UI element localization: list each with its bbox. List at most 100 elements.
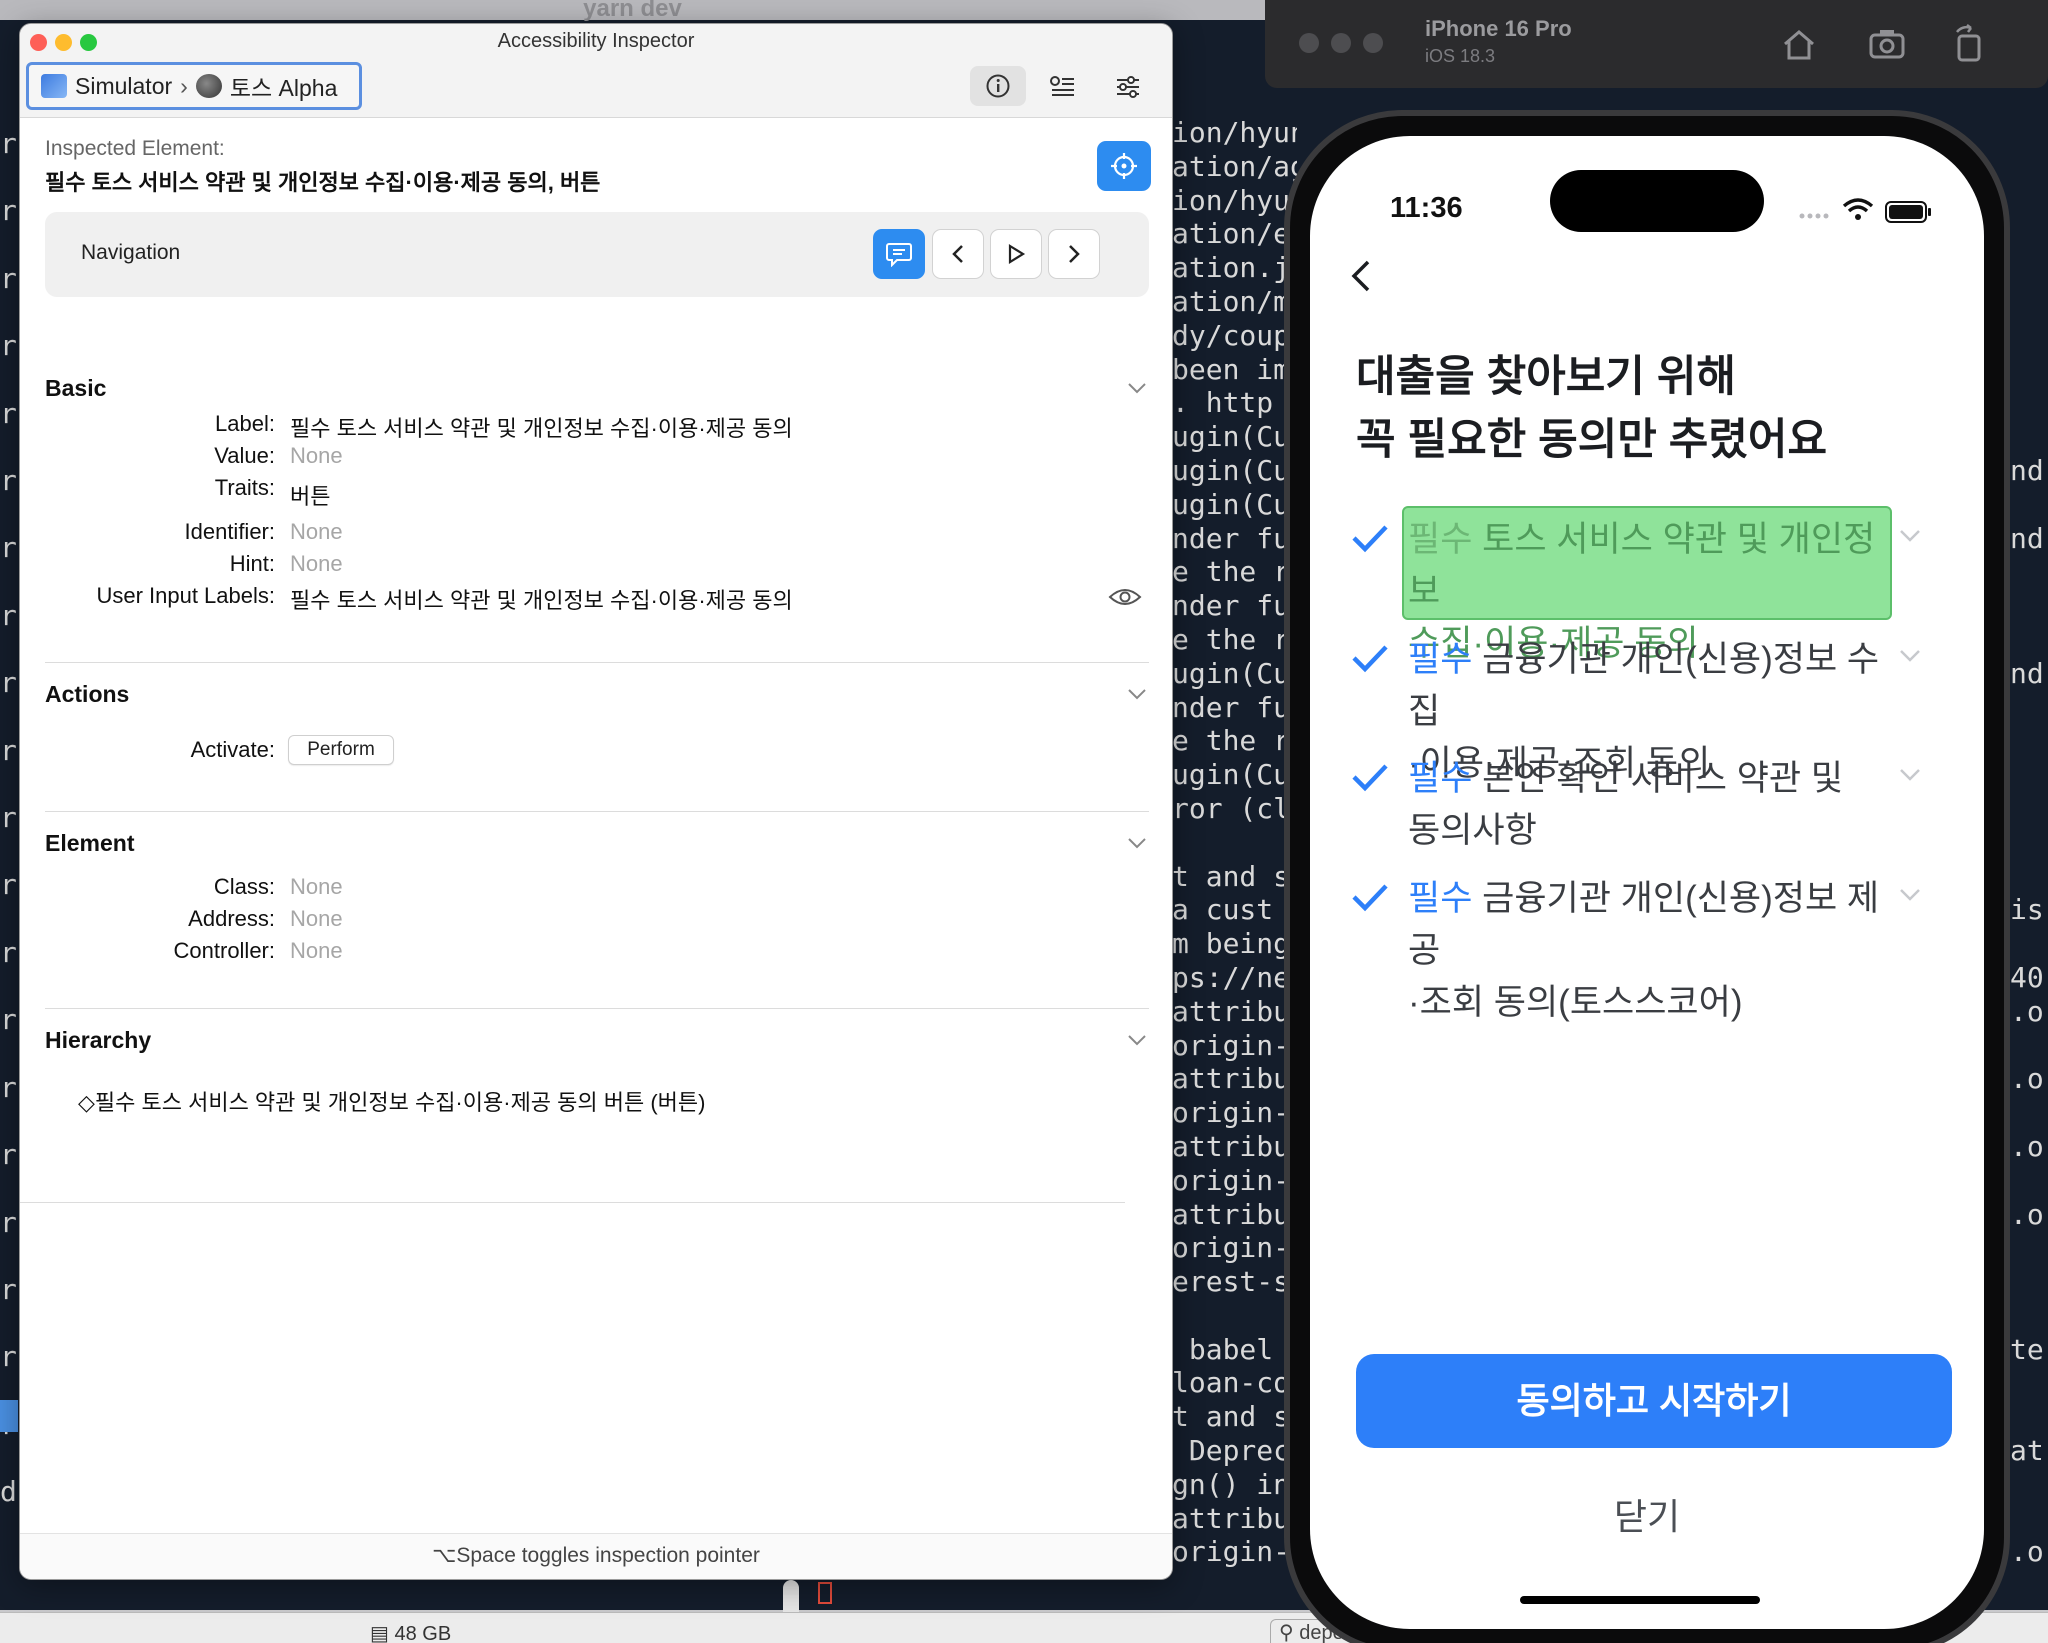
- element-section-title: Element: [45, 830, 135, 856]
- chevron-down-icon[interactable]: [1898, 887, 1922, 903]
- simulator-toolbar: iPhone 16 Pro iOS 18.3: [1265, 0, 2048, 88]
- terminal-line: attribu: [1172, 994, 1291, 1028]
- terminal-line: ation/m: [1172, 284, 1291, 318]
- signal-dots-icon: [1799, 213, 1829, 219]
- terminal-line: ion/hyur: [1172, 183, 1297, 217]
- chevron-down-icon[interactable]: [1126, 1033, 1148, 1047]
- close-button[interactable]: 닫기: [1310, 1488, 1984, 1540]
- terminal-line: Deprec: [1172, 1434, 1291, 1468]
- checkmark-icon: [1352, 645, 1388, 673]
- wifi-icon: [1842, 198, 1874, 220]
- terminal-line: attribu: [1172, 1501, 1291, 1535]
- red-marker: [818, 1582, 832, 1604]
- terminal-line: is: [2010, 893, 2044, 927]
- terminal-cursor: [0, 1400, 18, 1432]
- terminal-line: been im: [1172, 352, 1291, 386]
- inspector-content: Inspected Element: 필수 토스 서비스 약관 및 개인정보 수…: [20, 119, 1172, 1533]
- actions-section-title: Actions: [45, 681, 130, 707]
- window-minimize-dot[interactable]: [1331, 33, 1351, 53]
- window-close-dot[interactable]: [1299, 33, 1319, 53]
- chevron-down-icon[interactable]: [1898, 648, 1922, 664]
- dynamic-island: [1550, 170, 1764, 232]
- play-button[interactable]: [990, 229, 1042, 279]
- terminal-line: r: [0, 868, 17, 902]
- eye-icon[interactable]: [1108, 586, 1142, 608]
- terminal-line: r: [0, 1205, 17, 1239]
- heading-line-1: 대출을 찾아보기 위해: [1356, 353, 1736, 401]
- inspected-element-caption: Inspected Element:: [45, 137, 225, 160]
- consent-line-1: 토스 서비스 약관 및 개인정보: [1408, 520, 1876, 611]
- audit-list-icon: [1050, 76, 1074, 96]
- terminal-line: . http: [1172, 386, 1274, 420]
- terminal-line: r: [0, 1138, 17, 1172]
- sliders-icon: [1117, 76, 1139, 98]
- screenshot-icon[interactable]: [1865, 22, 1909, 66]
- user-input-labels-value: 필수 토스 서비스 약관 및 개인정보 수집·이용·제공 동의: [290, 588, 793, 613]
- speech-button[interactable]: [873, 229, 925, 279]
- terminal-line: nd: [2010, 521, 2044, 555]
- terminal-line: nder fu: [1172, 690, 1291, 724]
- perform-button[interactable]: Perform: [288, 735, 394, 765]
- terminal-line: origin-: [1172, 1096, 1291, 1130]
- terminal-line: r: [0, 1272, 17, 1306]
- audit-tab-button[interactable]: [1035, 66, 1091, 106]
- hierarchy-item[interactable]: ◇필수 토스 서비스 약관 및 개인정보 수집·이용·제공 동의 버튼 (버튼): [78, 1085, 705, 1117]
- chevron-down-icon[interactable]: [1126, 836, 1148, 850]
- required-tag: 필수: [1408, 520, 1473, 559]
- chevron-down-icon[interactable]: [1126, 381, 1148, 395]
- inspected-element-value: 필수 토스 서비스 약관 및 개인정보 수집·이용·제공 동의, 버튼: [45, 170, 601, 195]
- terminal-line: r: [0, 1340, 17, 1374]
- rotate-icon[interactable]: [1947, 22, 1991, 66]
- back-button[interactable]: [1340, 254, 1384, 298]
- terminal-line: ugin(Cu: [1172, 453, 1291, 487]
- label-key: Label:: [215, 411, 275, 436]
- class-value: None: [290, 874, 343, 899]
- terminal-line: e the r: [1172, 724, 1291, 758]
- terminal-line: .o: [2010, 1197, 2044, 1231]
- terminal-line: ugin(Cu: [1172, 656, 1291, 690]
- chevron-right-icon: [1069, 245, 1080, 263]
- terminal-line: .o: [2010, 1129, 2044, 1163]
- chevron-down-icon[interactable]: [1898, 528, 1922, 544]
- battery-icon: [1885, 201, 1931, 223]
- section-divider: [20, 1202, 1125, 1203]
- terminal-line: r: [0, 127, 17, 160]
- next-element-button[interactable]: [1048, 229, 1100, 279]
- chevron-down-icon[interactable]: [1126, 687, 1148, 701]
- chevron-down-icon[interactable]: [1898, 767, 1922, 783]
- controller-key: Controller:: [173, 938, 275, 963]
- settings-tab-button[interactable]: [1100, 66, 1156, 106]
- navigation-label: Navigation: [81, 241, 181, 264]
- window-zoom-dot[interactable]: [1363, 33, 1383, 53]
- inspector-tab-button[interactable]: [970, 66, 1026, 106]
- status-time: 11:36: [1390, 192, 1463, 224]
- required-tag: 필수: [1408, 640, 1473, 679]
- home-icon[interactable]: [1777, 22, 1821, 66]
- terminal-line: ugin(Cu: [1172, 420, 1291, 454]
- address-key: Address:: [188, 906, 275, 931]
- hint-key: Hint:: [229, 551, 275, 576]
- terminal-line: ation/e: [1172, 217, 1291, 251]
- previous-element-button[interactable]: [932, 229, 984, 279]
- agree-and-start-button[interactable]: 동의하고 시작하기: [1356, 1354, 1952, 1448]
- terminal-line: nd: [2010, 453, 2044, 487]
- terminal-line: nder fu: [1172, 589, 1291, 623]
- section-divider: [45, 811, 1149, 812]
- inspection-pointer-button[interactable]: [1097, 141, 1151, 191]
- terminal-line: t and s: [1172, 859, 1291, 893]
- terminal-line: e the r: [1172, 555, 1291, 589]
- app-icon: [195, 74, 222, 98]
- target-picker[interactable]: Simulator › 토스 Alpha: [26, 62, 362, 110]
- terminal-line: t and s: [1172, 1400, 1291, 1434]
- hierarchy-section-title: Hierarchy: [45, 1027, 152, 1053]
